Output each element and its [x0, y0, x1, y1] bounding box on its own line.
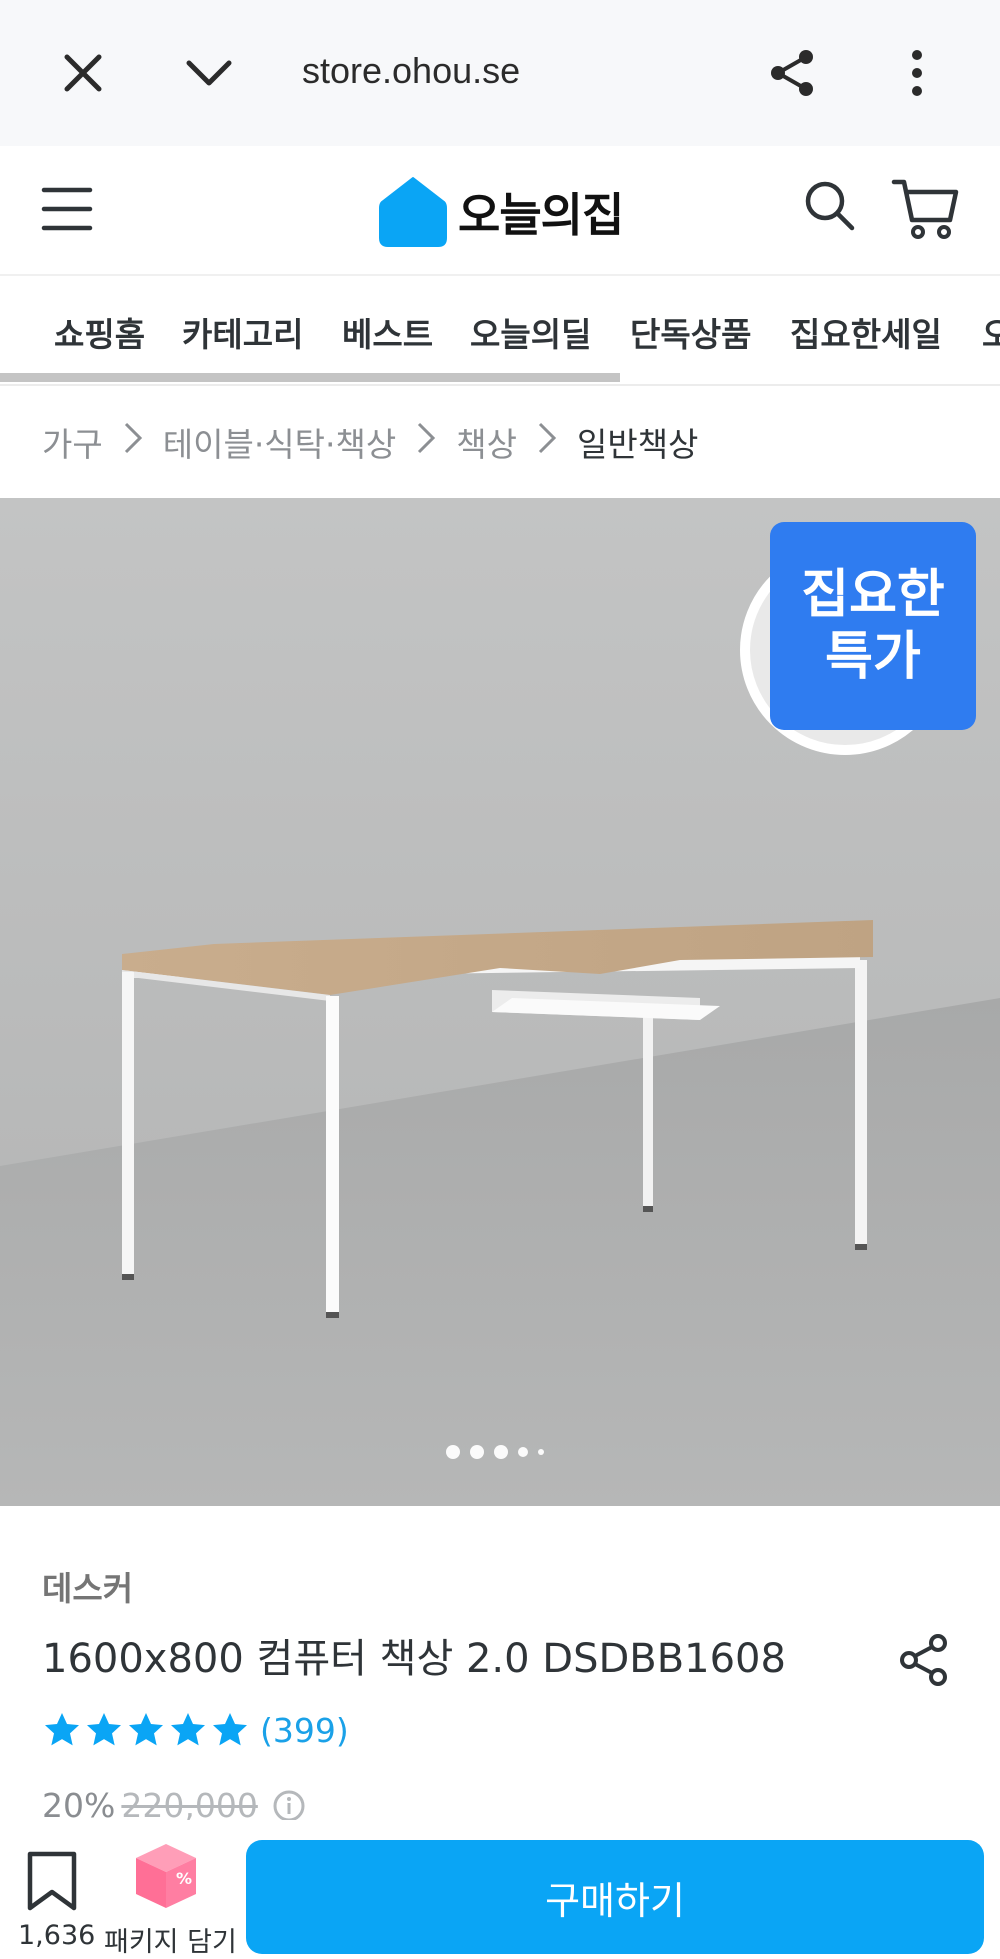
tab-exclusive[interactable]: 단독상품	[630, 308, 751, 356]
tab-todays-deal[interactable]: 오늘의딜	[470, 308, 591, 356]
share-icon[interactable]	[896, 1632, 952, 1688]
carousel-indicator	[446, 1445, 544, 1459]
logo-text: 오늘의집	[458, 188, 624, 242]
carousel-dot[interactable]	[538, 1449, 544, 1455]
tab-category[interactable]: 카테고리	[182, 308, 303, 356]
info-icon[interactable]	[272, 1789, 306, 1823]
search-icon[interactable]	[800, 176, 860, 236]
tab-shopping-home[interactable]: 쇼핑홈	[54, 308, 145, 356]
nav-scroll-indicator	[0, 373, 620, 382]
menu-icon[interactable]	[40, 184, 96, 234]
close-icon[interactable]	[48, 38, 118, 108]
tab-more[interactable]: 오	[982, 308, 1000, 356]
chevron-right-icon	[416, 421, 436, 463]
chevron-right-icon	[123, 421, 143, 463]
star-icon	[129, 1713, 163, 1746]
share-icon[interactable]	[757, 38, 827, 108]
carousel-dot-active[interactable]	[446, 1445, 460, 1459]
star-icon	[171, 1713, 205, 1746]
breadcrumb-item[interactable]: 테이블·식탁·책상	[163, 418, 397, 466]
logo-house-icon	[379, 177, 447, 247]
url-text[interactable]: store.ohou.se	[302, 50, 520, 92]
breadcrumb: 가구 테이블·식탁·책상 책상 일반책상	[0, 386, 1000, 498]
tab-best[interactable]: 베스트	[342, 308, 433, 356]
breadcrumb-item[interactable]: 책상	[456, 418, 517, 466]
chevron-down-icon[interactable]	[174, 38, 244, 108]
bottom-action-bar: 1,636 % 패키지 담기 구매하기	[0, 1820, 1000, 1958]
bookmark-icon[interactable]	[24, 1850, 80, 1912]
product-brand[interactable]: 데스커	[42, 1562, 133, 1610]
star-icon	[45, 1713, 79, 1746]
carousel-dot[interactable]	[470, 1445, 484, 1459]
more-vertical-icon[interactable]	[882, 38, 952, 108]
app-header: 오늘의집	[0, 146, 1000, 276]
chevron-right-icon	[537, 421, 557, 463]
carousel-dot[interactable]	[494, 1445, 508, 1459]
deal-badge[interactable]: 집요한 특가	[770, 522, 976, 730]
star-icon	[213, 1713, 247, 1746]
buy-button[interactable]: 구매하기	[246, 1840, 984, 1954]
product-rating[interactable]: (399)	[42, 1710, 349, 1750]
package-label[interactable]: 패키지 담기	[104, 1920, 237, 1959]
badge-line2: 특가	[825, 627, 921, 687]
tab-sale[interactable]: 집요한세일	[790, 308, 942, 356]
logo[interactable]: 오늘의집	[378, 176, 624, 248]
browser-toolbar: store.ohou.se	[0, 0, 1000, 146]
star-icon	[87, 1713, 121, 1746]
carousel-dot[interactable]	[518, 1447, 528, 1457]
package-box-icon[interactable]: %	[134, 1842, 198, 1910]
breadcrumb-current[interactable]: 일반책상	[577, 418, 698, 466]
svg-text:%: %	[176, 1869, 192, 1888]
review-count[interactable]: (399)	[260, 1711, 349, 1750]
cart-icon[interactable]	[890, 174, 960, 244]
badge-line1: 집요한	[801, 565, 945, 625]
category-nav: 쇼핑홈 카테고리 베스트 오늘의딜 단독상품 집요한세일 오	[0, 276, 1000, 386]
breadcrumb-item[interactable]: 가구	[42, 418, 103, 466]
bookmark-count: 1,636	[18, 1920, 96, 1951]
product-title: 1600x800 컴퓨터 책상 2.0 DSDBB1608	[42, 1636, 786, 1682]
